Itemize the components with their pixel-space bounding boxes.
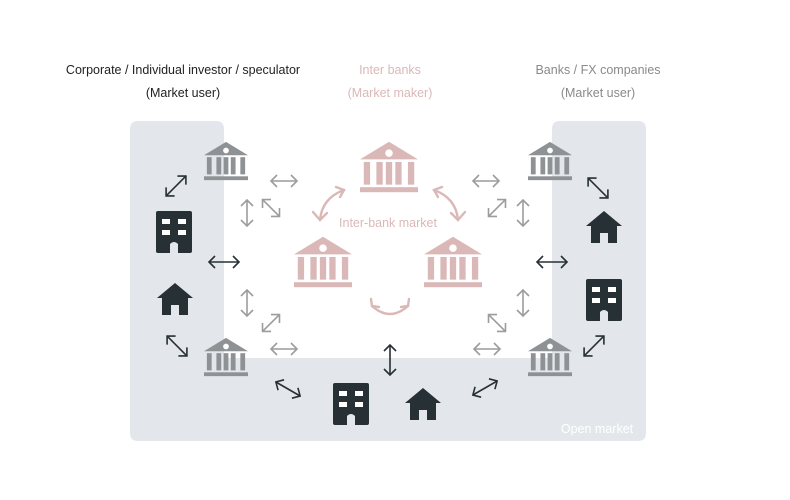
interbank-bank-icon <box>424 236 482 288</box>
left-group-title: Corporate / Individual investor / specul… <box>66 63 300 77</box>
double-arrow-icon <box>269 174 299 188</box>
double-arrow-icon <box>471 174 501 188</box>
double-arrow-icon <box>487 198 507 218</box>
double-arrow-icon <box>472 342 502 356</box>
left-group-heading: Corporate / Individual investor / specul… <box>66 63 300 100</box>
double-arrow-icon <box>240 288 254 318</box>
left-group-role: (Market user) <box>146 86 220 100</box>
center-group-role: (Market maker) <box>348 86 433 100</box>
right-group-title: Banks / FX companies <box>535 63 660 77</box>
double-arrow-icon <box>269 342 299 356</box>
right-group-role: (Market user) <box>561 86 635 100</box>
interbank-market-label: Inter-bank market <box>339 216 437 230</box>
double-arrow-icon <box>516 288 530 318</box>
fx-market-diagram: Corporate / Individual investor / specul… <box>66 63 661 441</box>
double-arrow-icon <box>487 313 507 333</box>
curved-arrow-icon <box>432 185 467 222</box>
center-group-title: Inter banks <box>359 63 421 77</box>
double-arrow-icon <box>240 198 254 228</box>
curved-arrow-icon <box>369 297 411 316</box>
double-arrow-icon <box>261 313 281 333</box>
double-arrow-icon <box>261 198 281 218</box>
interbank-bank-icon <box>360 141 418 193</box>
interbank-bank-icon <box>294 236 352 288</box>
open-market-label: Open market <box>561 422 634 436</box>
center-group-heading: Inter banks (Market maker) <box>348 63 433 100</box>
right-group-heading: Banks / FX companies (Market user) <box>535 63 660 100</box>
double-arrow-icon <box>516 198 530 228</box>
